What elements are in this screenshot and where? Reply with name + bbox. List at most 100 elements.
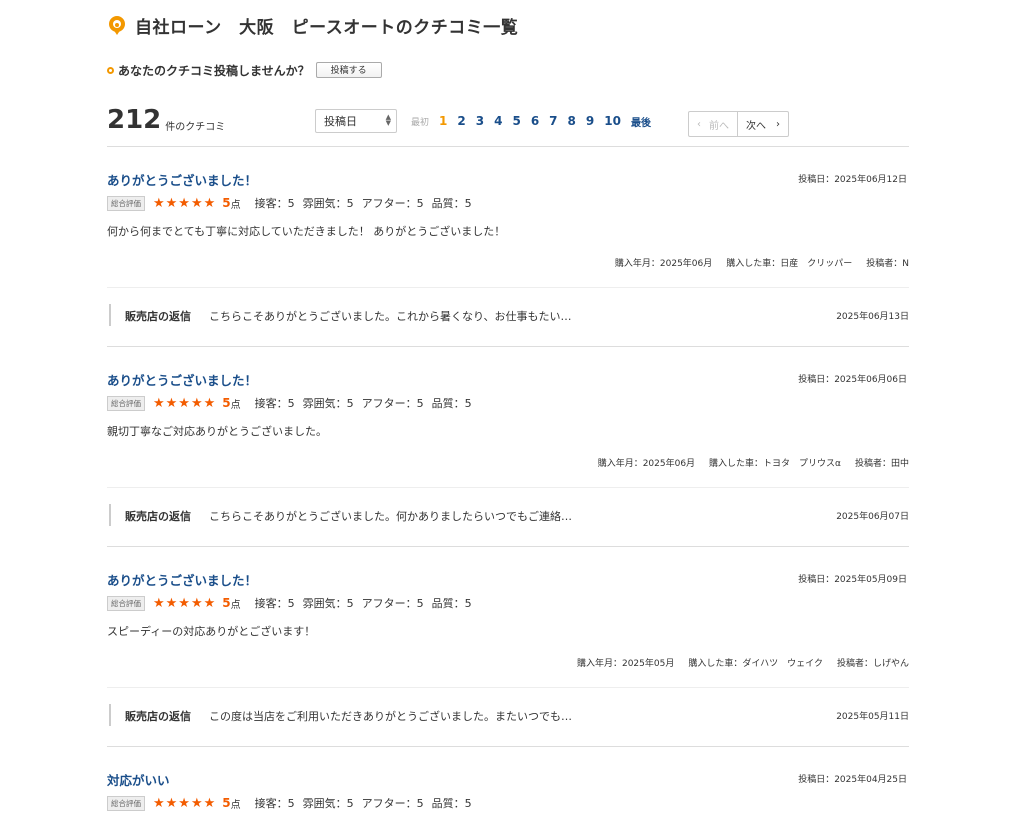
pager-page-4[interactable]: 4 — [494, 114, 502, 128]
post-question: あなたのクチコミ投稿しませんか？ — [118, 63, 310, 78]
overall-badge: 総合評価 — [107, 395, 145, 411]
star-rating-icon: ★★★★★ — [153, 395, 217, 411]
review-date: 投稿日：2025年04月25日 — [798, 775, 907, 785]
score-unit: 点 — [230, 799, 241, 811]
sub-score-quality: 品質：5 — [431, 397, 472, 410]
sub-score-atmosphere: 雰囲気：5 — [302, 197, 354, 210]
star-rating-icon: ★★★★★ — [153, 795, 217, 811]
rating-row: 総合評価 ★★★★★ 5 点 接客：5 雰囲気：5 アフター：5 品質：5 — [107, 195, 480, 211]
next-label: 次へ — [746, 120, 766, 132]
review-body: 親切丁寧なご対応ありがとうございました。 — [107, 425, 327, 438]
pager-page-5[interactable]: 5 — [512, 114, 520, 128]
pager-page-2[interactable]: 2 — [457, 114, 465, 128]
review-item: ありがとうございました！ 投稿日：2025年06月12日 総合評価 ★★★★★ … — [107, 147, 909, 347]
page-title: 自社ローン 大阪 ピースオートのクチコミ一覧 — [135, 17, 519, 38]
overall-badge: 総合評価 — [107, 795, 145, 811]
review-title[interactable]: ありがとうございました！ — [107, 570, 257, 589]
prev-label: 前へ — [709, 120, 729, 132]
star-rating-icon: ★★★★★ — [153, 595, 217, 611]
review-item: ありがとうございました！ 投稿日：2025年06月06日 総合評価 ★★★★★ … — [107, 347, 909, 547]
pager-page-9[interactable]: 9 — [586, 114, 594, 128]
reply-label: 販売店の返信 — [125, 710, 191, 723]
reply-date: 2025年06月07日 — [836, 512, 909, 522]
shop-reply[interactable]: 販売店の返信 こちらこそありがとうございました。何かありましたらいつでもご連絡…… — [107, 487, 909, 546]
shop-reply[interactable]: 販売店の返信 こちらこそありがとうございました。これから暑くなり、お仕事もたい…… — [107, 287, 909, 346]
rating-row: 総合評価 ★★★★★ 5 点 接客：5 雰囲気：5 アフター：5 品質：5 — [107, 395, 480, 411]
sub-score-service: 接客：5 — [254, 597, 295, 610]
purchased-car: 購入した車：トヨタ プリウスα — [709, 459, 841, 469]
purchased-car: 購入した車：日産 クリッパー — [726, 259, 853, 269]
review-date: 投稿日：2025年06月12日 — [798, 175, 907, 185]
prev-button: ‹ 前へ — [689, 112, 738, 136]
sub-score-after: アフター：5 — [361, 597, 424, 610]
sub-score-quality: 品質：5 — [431, 797, 472, 810]
overall-score: 5 — [222, 596, 231, 610]
pagination: 最初 1 2 3 4 5 6 7 8 9 10 最後 — [411, 109, 651, 133]
review-count-label: 件のクチコミ — [165, 121, 226, 133]
score-unit: 点 — [230, 399, 241, 411]
pager-page-1: 1 — [439, 114, 448, 128]
review-body: スピーディーの対応ありがとございます！ — [107, 625, 316, 638]
purchased-car: 購入した車：ダイハツ ウェイク — [688, 659, 823, 669]
review-meta: 購入年月：2025年06月 購入した車：日産 クリッパー 投稿者：N — [615, 256, 909, 269]
sort-select[interactable]: 投稿日 ▲ ▼ — [315, 109, 397, 133]
header: 自社ローン 大阪 ピースオートのクチコミ一覧 — [107, 0, 909, 50]
sub-score-after: アフター：5 — [361, 397, 424, 410]
rating-row: 総合評価 ★★★★★ 5 点 接客：5 雰囲気：5 アフター：5 品質：5 — [107, 595, 480, 611]
sub-score-service: 接客：5 — [254, 197, 295, 210]
pager-page-6[interactable]: 6 — [531, 114, 539, 128]
review-title[interactable]: ありがとうございました！ — [107, 170, 257, 189]
review-count-number: 212 — [107, 105, 162, 135]
sub-score-after: アフター：5 — [361, 797, 424, 810]
chevron-right-icon: › — [776, 118, 780, 130]
reply-label: 販売店の返信 — [125, 310, 191, 323]
reply-label: 販売店の返信 — [125, 510, 191, 523]
review-title[interactable]: ありがとうございました！ — [107, 370, 257, 389]
reply-date: 2025年05月11日 — [836, 712, 909, 722]
chevron-left-icon: ‹ — [697, 118, 701, 130]
shop-reply[interactable]: 販売店の返信 この度は当店をご利用いただきありがとうございました。またいつでも…… — [107, 687, 909, 746]
reply-text: こちらこそありがとうございました。これから暑くなり、お仕事もたい… — [209, 310, 572, 323]
reply-divider — [109, 704, 111, 726]
pager-first: 最初 — [411, 117, 430, 128]
review-date: 投稿日：2025年05月09日 — [798, 575, 907, 585]
star-rating-icon: ★★★★★ — [153, 195, 217, 211]
review-meta: 購入年月：2025年06月 購入した車：トヨタ プリウスα 投稿者：田中 — [598, 456, 909, 469]
sort-arrows-icon: ▲ ▼ — [385, 113, 391, 127]
reply-divider — [109, 304, 111, 326]
score-unit: 点 — [230, 199, 241, 211]
overall-score: 5 — [222, 196, 231, 210]
circle-bullet-icon — [107, 66, 114, 74]
sort-selected-value: 投稿日 — [324, 115, 357, 128]
pager-page-3[interactable]: 3 — [476, 114, 484, 128]
overall-score: 5 — [222, 396, 231, 410]
sub-score-quality: 品質：5 — [431, 597, 472, 610]
sub-score-atmosphere: 雰囲気：5 — [302, 797, 354, 810]
prev-next-nav: ‹ 前へ 次へ › — [688, 111, 789, 137]
purchase-date: 購入年月：2025年05月 — [576, 659, 675, 669]
reply-divider — [109, 504, 111, 526]
post-review-button[interactable]: 投稿する — [315, 62, 382, 78]
location-pin-icon — [107, 15, 127, 35]
sub-score-atmosphere: 雰囲気：5 — [302, 597, 354, 610]
next-button[interactable]: 次へ › — [738, 112, 788, 136]
review-meta: 購入年月：2025年05月 購入した車：ダイハツ ウェイク 投稿者：しげやん — [577, 656, 909, 669]
sub-score-atmosphere: 雰囲気：5 — [302, 397, 354, 410]
pager-page-8[interactable]: 8 — [568, 114, 576, 128]
pager-page-10[interactable]: 10 — [604, 114, 621, 128]
reply-text: この度は当店をご利用いただきありがとうございました。またいつでも… — [209, 710, 572, 723]
overall-score: 5 — [222, 796, 231, 810]
review-title[interactable]: 対応がいい — [107, 770, 170, 789]
post-prompt: あなたのクチコミ投稿しませんか？ 投稿する — [107, 60, 909, 80]
review-item: ありがとうございました！ 投稿日：2025年05月09日 総合評価 ★★★★★ … — [107, 547, 909, 747]
sub-score-after: アフター：5 — [361, 197, 424, 210]
rating-row: 総合評価 ★★★★★ 5 点 接客：5 雰囲気：5 アフター：5 品質：5 — [107, 795, 480, 811]
review-list: ありがとうございました！ 投稿日：2025年06月12日 総合評価 ★★★★★ … — [107, 147, 909, 827]
reply-text: こちらこそありがとうございました。何かありましたらいつでもご連絡… — [209, 510, 572, 523]
sub-score-quality: 品質：5 — [431, 197, 472, 210]
pager-page-7[interactable]: 7 — [549, 114, 557, 128]
pager-last[interactable]: 最後 — [631, 114, 651, 129]
review-date: 投稿日：2025年06月06日 — [798, 375, 907, 385]
sub-score-service: 接客：5 — [254, 397, 295, 410]
purchase-date: 購入年月：2025年06月 — [614, 259, 713, 269]
